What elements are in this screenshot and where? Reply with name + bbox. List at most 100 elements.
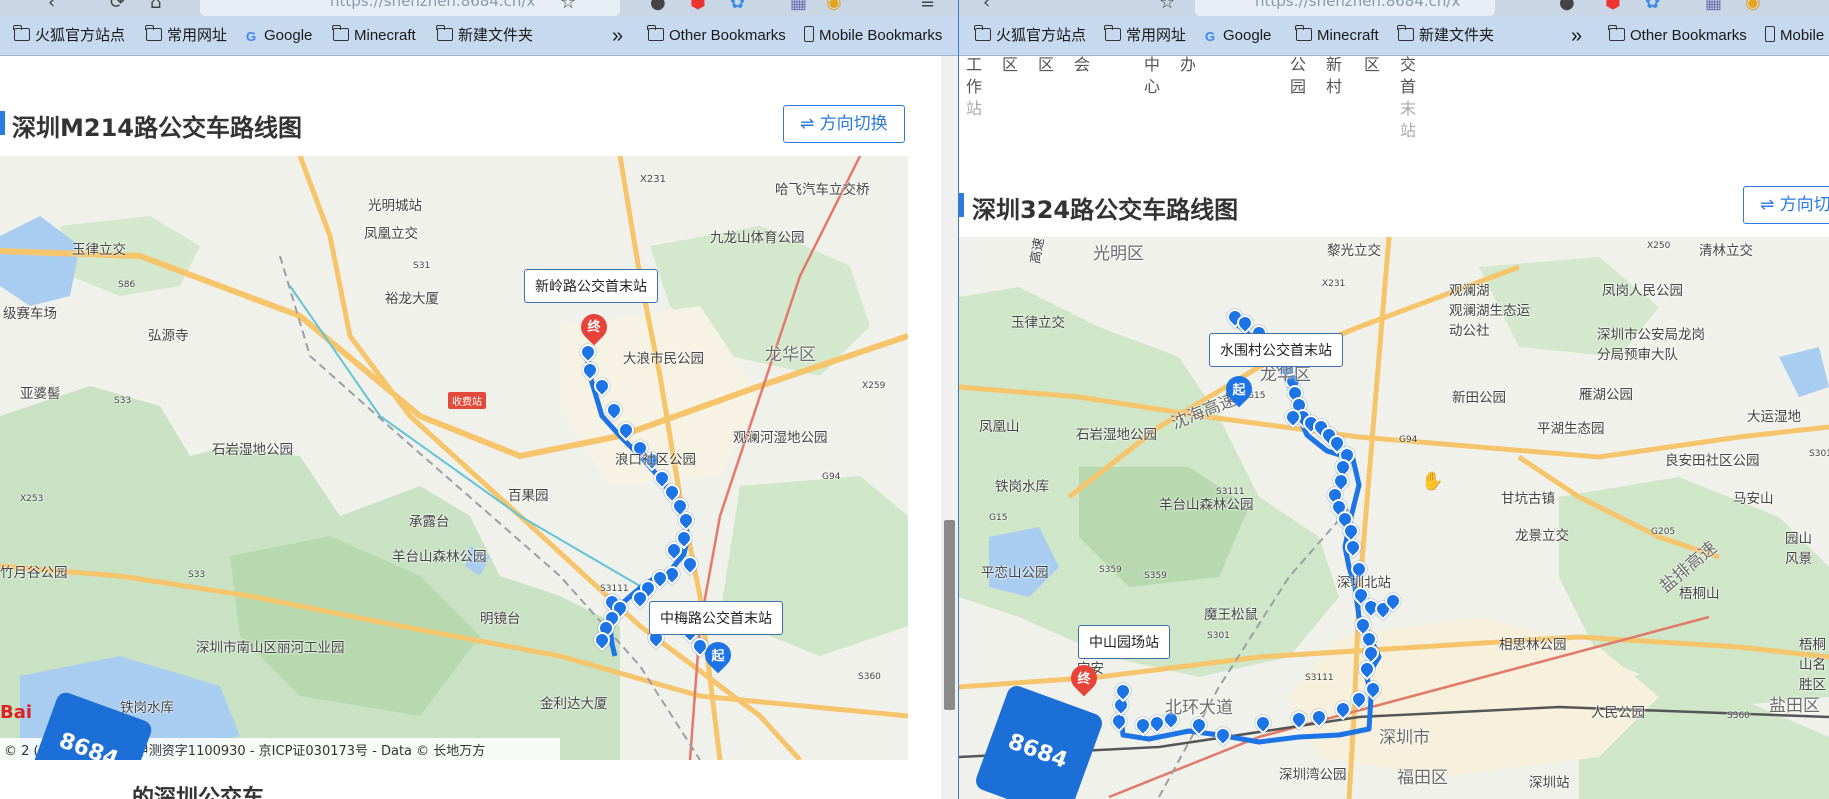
map-label: S360	[1727, 711, 1750, 721]
map-label: S86	[118, 280, 136, 290]
tab-strip: ‹ ⟳ ⌂ https://shenzhen.8684.cn/x ☆ ● ⬢ ✿…	[0, 0, 958, 16]
map-label: 凤凰立交	[364, 226, 418, 242]
station-char: 区	[1002, 55, 1019, 74]
bookmark-label: Mobile Bookmarks	[819, 27, 943, 44]
bookmark-label: 新建文件夹	[458, 27, 534, 44]
ublock-icon[interactable]: ⬢	[1605, 0, 1621, 13]
back-icon[interactable]: ‹	[48, 0, 55, 13]
station-char: 公	[1290, 55, 1307, 74]
bookmark-minecraft[interactable]: Minecraft	[332, 16, 416, 56]
start-marker-label: 起	[1232, 383, 1246, 398]
extension-blue-icon[interactable]: ✿	[1645, 0, 1660, 13]
map-label: 羊台山森林公园	[392, 549, 487, 565]
url-bar[interactable]: https://shenzhen.8684.cn/x	[200, 0, 620, 16]
bookmark-star-icon[interactable]: ☆	[560, 0, 576, 13]
station-name-column[interactable]: 中心	[1144, 54, 1162, 98]
section-title-accent	[0, 111, 5, 135]
url-text[interactable]: https://shenzhen.8684.cn/x	[1255, 0, 1460, 10]
station-char: 中	[1144, 55, 1161, 74]
station-char: 园	[1290, 77, 1307, 96]
extension-icon[interactable]: ●	[650, 0, 666, 13]
station-name-column[interactable]: 区	[1002, 54, 1020, 76]
url-text[interactable]: https://shenzhen.8684.cn/x	[330, 0, 535, 10]
baidu-logo: Bai	[0, 702, 33, 723]
bookmarks-overflow-button[interactable]: »	[1571, 16, 1582, 56]
station-char: 末	[1400, 99, 1417, 118]
url-bar[interactable]: https://shenzhen.8684.cn/x	[1195, 0, 1495, 16]
map-label: 雁湖公园	[1579, 387, 1633, 403]
map-label: S301	[1207, 631, 1230, 641]
bookmark-star-icon[interactable]: ☆	[1159, 0, 1175, 13]
map-label: 清林立交	[1699, 243, 1753, 259]
map-label: X253	[20, 494, 44, 504]
map-label: 九龙山体育公园	[710, 230, 805, 246]
extension-orange-icon[interactable]: ◉	[826, 0, 842, 13]
bookmark-new-folder[interactable]: 新建文件夹	[436, 16, 534, 56]
ublock-icon[interactable]: ⬢	[690, 0, 706, 13]
folder-icon	[145, 25, 162, 41]
extension-icon[interactable]: ●	[1559, 0, 1575, 13]
route-start-callout: 水围村公交首末站	[1209, 333, 1343, 367]
scrollbar-thumb[interactable]	[944, 520, 955, 710]
map-label: 级赛车场	[3, 306, 57, 322]
bookmark-other[interactable]: Other Bookmarks	[647, 16, 786, 56]
bookmark-google[interactable]: G Google	[243, 16, 312, 56]
extension-grid-icon[interactable]: ▦	[1705, 0, 1722, 13]
map-label: 深圳站	[1529, 775, 1570, 791]
left-browser-pane: ‹ ⟳ ⌂ https://shenzhen.8684.cn/x ☆ ● ⬢ ✿…	[0, 0, 958, 799]
station-name-column[interactable]: 公园	[1290, 54, 1308, 98]
bookmark-new-folder[interactable]: 新建文件夹	[1397, 16, 1494, 56]
bookmark-firefox-official[interactable]: 火狐官方站点	[974, 16, 1086, 56]
google-icon: G	[1204, 29, 1216, 44]
map-label: S3111	[1216, 487, 1245, 497]
route-map[interactable]: 光明城站 X231 哈飞汽车立交桥 凤凰立交 九龙山体育公园 玉律立交 S86 …	[0, 156, 908, 760]
map-label: X231	[1322, 279, 1346, 289]
station-char: 站	[1400, 121, 1417, 140]
bookmarks-overflow-button[interactable]: »	[612, 16, 623, 56]
bookmark-minecraft[interactable]: Minecraft	[1295, 16, 1379, 56]
station-name-column[interactable]: 区	[1038, 54, 1056, 76]
map-label: 凤凰山	[979, 419, 1020, 435]
station-name-column[interactable]: 办	[1180, 54, 1198, 76]
bookmark-label: Minecraft	[354, 27, 416, 44]
bookmark-other[interactable]: Other Bookmarks	[1608, 16, 1747, 56]
map-label: 哈飞汽车立交桥	[775, 182, 870, 198]
map-label: 石岩湿地公园	[212, 442, 293, 458]
station-name-column[interactable]: 新村	[1326, 54, 1344, 98]
bookmark-mobile[interactable]: Mobile Bookmarks	[804, 16, 942, 56]
map-label: S301	[1809, 449, 1829, 459]
direction-switch-button[interactable]: ⇌ 方向切	[1743, 186, 1829, 224]
extension-grid-icon[interactable]: ▦	[790, 0, 807, 13]
station-name-column[interactable]: 交首末站	[1400, 54, 1418, 142]
map-label: 深圳北站	[1337, 575, 1391, 591]
back-icon[interactable]: ‹	[983, 0, 990, 13]
extension-orange-icon[interactable]: ◉	[1745, 0, 1761, 13]
bookmark-google[interactable]: G Google	[1202, 16, 1271, 56]
section-title: 深圳324路公交车路线图	[972, 196, 1239, 224]
bookmark-common-sites[interactable]: 常用网址	[145, 16, 227, 56]
direction-switch-button[interactable]: ⇌ 方向切换	[783, 105, 905, 143]
station-name-column[interactable]: 区	[1364, 54, 1382, 76]
menu-icon[interactable]: ≡	[920, 0, 935, 13]
station-name-column[interactable]: 会	[1074, 54, 1092, 76]
map-label: 深圳市	[1379, 728, 1430, 748]
next-section-title: 的深圳公交车	[132, 786, 265, 799]
map-label: 深圳市南山区丽河工业园	[196, 640, 345, 656]
mobile-device-icon	[804, 26, 814, 42]
right-browser-pane: ‹ ☆ https://shenzhen.8684.cn/x ● ⬢ ✿ ▦ ◉…	[959, 0, 1829, 799]
home-icon[interactable]: ⌂	[150, 0, 161, 13]
map-label: S33	[114, 396, 132, 406]
route-map[interactable]: 高速 光明区 黎光立交 清林立交 X231 观澜湖 X250 凤岗人民公园 观澜…	[959, 237, 1829, 799]
reload-icon[interactable]: ⟳	[110, 0, 125, 13]
bookmark-common-sites[interactable]: 常用网址	[1104, 16, 1186, 56]
bookmark-firefox-official[interactable]: 火狐官方站点	[13, 16, 125, 56]
station-char: 新	[1326, 55, 1343, 74]
folder-icon	[1397, 25, 1414, 41]
bookmark-mobile[interactable]: Mobile	[1765, 16, 1824, 56]
station-name-column[interactable]: 工作站	[966, 54, 984, 120]
map-label: 凤岗人民公园	[1602, 283, 1683, 299]
extension-blue-icon[interactable]: ✿	[730, 0, 745, 13]
map-label: 盐田区	[1769, 696, 1820, 716]
map-label: G15	[989, 513, 1008, 523]
station-char: 心	[1144, 77, 1161, 96]
